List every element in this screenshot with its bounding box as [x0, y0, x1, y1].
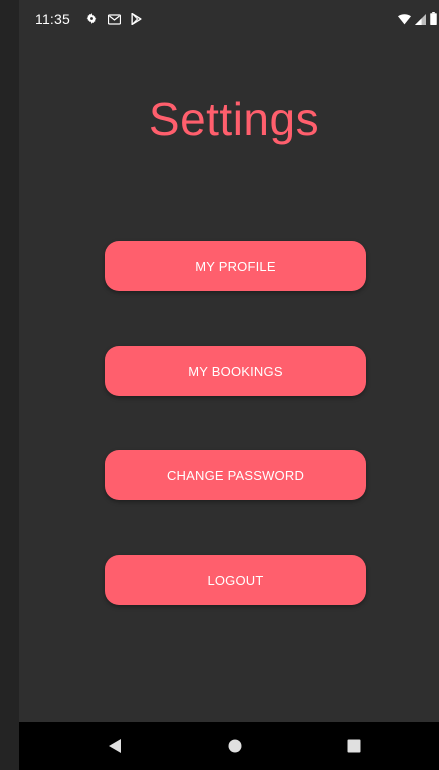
gmail-icon — [107, 12, 122, 28]
navigation-bar — [19, 722, 439, 770]
settings-icon — [85, 12, 98, 28]
back-icon — [109, 739, 121, 753]
page-title: Settings — [148, 93, 320, 145]
notification-icons — [85, 12, 142, 28]
wifi-icon — [398, 12, 411, 28]
logout-button[interactable]: LOGOUT — [105, 555, 366, 605]
home-button[interactable] — [205, 722, 265, 770]
left-margin — [0, 0, 19, 770]
battery-icon — [430, 12, 437, 28]
status-time: 11:35 — [35, 11, 70, 27]
play-store-icon — [131, 12, 142, 28]
recents-button[interactable] — [324, 722, 384, 770]
my-profile-button[interactable]: MY PROFILE — [105, 241, 366, 291]
phone-screen: 11:35 Settings MY PROFILE MY BOOKINGS CH… — [19, 0, 439, 770]
status-bar: 11:35 — [19, 0, 439, 38]
recents-icon — [347, 739, 361, 753]
signal-icon — [415, 12, 426, 28]
back-button[interactable] — [85, 722, 145, 770]
change-password-button[interactable]: CHANGE PASSWORD — [105, 450, 366, 500]
home-icon — [228, 739, 242, 753]
my-bookings-button[interactable]: MY BOOKINGS — [105, 346, 366, 396]
system-icons — [398, 12, 437, 28]
